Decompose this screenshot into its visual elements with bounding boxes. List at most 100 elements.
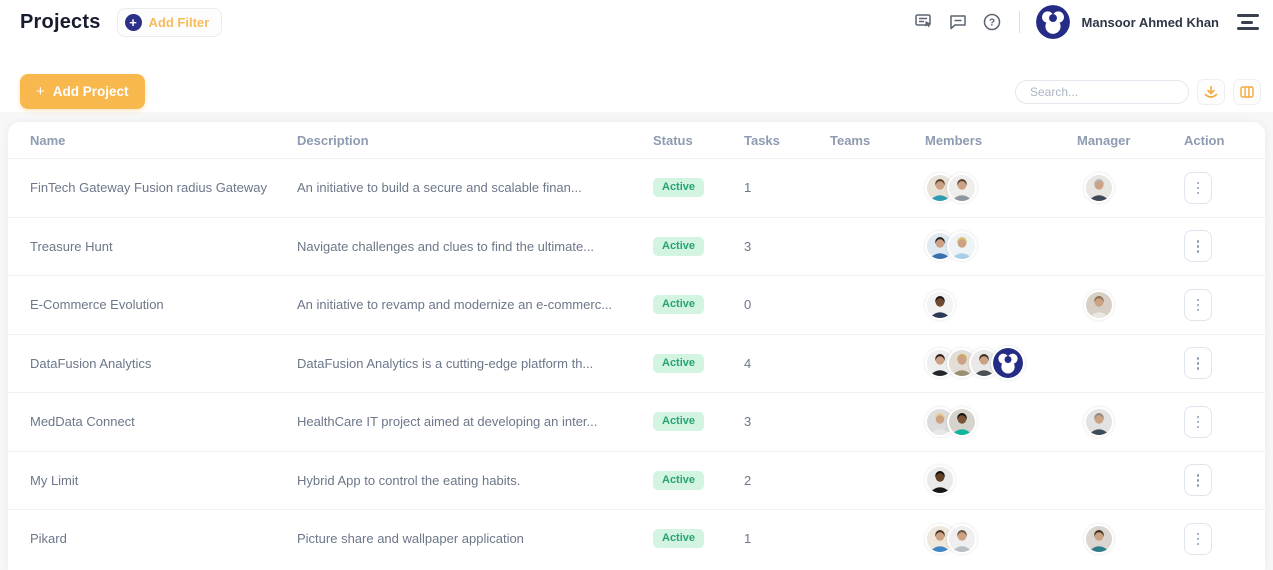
action-cell xyxy=(1184,230,1265,263)
table-row: MedData Connect HealthCare IT project aim… xyxy=(8,392,1265,451)
project-description: Picture share and wallpaper application xyxy=(297,531,524,547)
project-name[interactable]: MedData Connect xyxy=(30,414,297,429)
page-header-zone: Projects + Add Filter ? Mansoor Ahmed Kh… xyxy=(0,0,1273,112)
table-row: My Limit Hybrid App to control the eating… xyxy=(8,450,1265,510)
manager-avatar xyxy=(1084,289,1114,320)
member-avatar xyxy=(947,172,977,203)
table-row: E-Commerce Evolution An initiative to rev… xyxy=(8,275,1265,334)
kebab-icon-dot xyxy=(1196,362,1200,365)
kebab-icon-dot xyxy=(1196,357,1200,360)
status-badge: Active xyxy=(653,353,705,373)
kebab-icon-dot xyxy=(1196,415,1200,418)
manager-avatar-cell xyxy=(1077,172,1184,203)
project-name[interactable]: E-Commerce Evolution xyxy=(30,297,297,312)
project-name[interactable]: Treasure Hunt xyxy=(30,239,297,254)
table-row: DataFusion Analytics DataFusion Analytics… xyxy=(8,333,1265,393)
manager-avatar-cell xyxy=(1077,406,1184,437)
kebab-icon-dot xyxy=(1196,420,1200,423)
project-name[interactable]: Pikard xyxy=(30,531,297,546)
table-row: Pikard Picture share and wallpaper applic… xyxy=(8,509,1265,568)
page-title: Projects xyxy=(20,10,101,33)
kebab-icon-dot xyxy=(1196,298,1200,301)
table-header-row: Name Description Status Tasks Teams Members Ma… xyxy=(8,122,1265,158)
status-badge: Active xyxy=(653,295,705,315)
row-actions-button[interactable] xyxy=(1184,522,1212,555)
tasks-count: 4 xyxy=(744,355,752,371)
status-cell: Active xyxy=(653,353,744,373)
manager-avatar xyxy=(1084,523,1114,554)
members-avatars xyxy=(925,523,1077,554)
plus-icon: + xyxy=(124,13,142,31)
kebab-icon-dot xyxy=(1196,181,1200,184)
kebab-icon-dot xyxy=(1196,484,1200,487)
row-actions-button[interactable] xyxy=(1184,464,1212,497)
status-cell: Active xyxy=(653,295,744,315)
status-cell: Active xyxy=(653,470,744,490)
svg-text:?: ? xyxy=(988,18,994,29)
kebab-icon-dot xyxy=(1196,479,1200,482)
toolbar-right xyxy=(1015,78,1261,105)
action-cell xyxy=(1184,464,1265,497)
action-cell xyxy=(1184,522,1265,555)
add-filter-button[interactable]: + Add Filter xyxy=(116,7,223,37)
kebab-icon-dot xyxy=(1196,240,1200,243)
status-badge: Active xyxy=(653,178,705,198)
table-row: FinTech Gateway Fusion radius Gateway An … xyxy=(8,158,1265,217)
members-avatars xyxy=(925,465,1077,496)
add-project-label: Add Project xyxy=(52,84,129,99)
project-name[interactable]: DataFusion Analytics xyxy=(30,356,297,371)
manager-avatar-cell xyxy=(1077,289,1184,320)
brand-logo-avatar[interactable] xyxy=(1035,5,1070,39)
kebab-icon-dot xyxy=(1196,186,1200,189)
kebab-icon-dot xyxy=(1196,250,1200,253)
team-logo-avatar xyxy=(991,346,1025,381)
kebab-icon-dot xyxy=(1196,474,1200,477)
action-cell xyxy=(1184,405,1265,438)
export-download-button[interactable] xyxy=(1197,78,1225,105)
row-actions-button[interactable] xyxy=(1184,288,1212,321)
action-cell xyxy=(1184,288,1265,321)
table-row: Treasure Hunt Navigate challenges and clu… xyxy=(8,216,1265,276)
project-description: Navigate challenges and clues to find th… xyxy=(297,238,595,254)
column-header-teams: Teams xyxy=(830,132,871,148)
column-header-description: Description xyxy=(297,132,369,148)
project-description: HealthCare IT project aimed at developin… xyxy=(297,414,598,430)
project-name[interactable]: FinTech Gateway Fusion radius Gateway xyxy=(30,180,297,195)
members-avatars xyxy=(925,406,1077,437)
row-actions-button[interactable] xyxy=(1184,347,1212,380)
project-description: Hybrid App to control the eating habits. xyxy=(297,472,521,488)
status-cell: Active xyxy=(653,236,744,256)
download-icon xyxy=(1204,85,1218,98)
menu-icon[interactable] xyxy=(1237,14,1259,30)
kebab-icon-dot xyxy=(1196,308,1200,311)
projects-table: Name Description Status Tasks Teams Members Ma… xyxy=(8,122,1265,570)
add-filter-label: Add Filter xyxy=(148,14,210,30)
status-cell: Active xyxy=(653,412,744,432)
help-icon[interactable]: ? xyxy=(981,11,1003,33)
add-project-button[interactable]: + Add Project xyxy=(20,74,145,109)
member-avatar xyxy=(925,465,955,496)
kebab-icon-dot xyxy=(1196,537,1200,540)
user-name[interactable]: Mansoor Ahmed Khan xyxy=(1082,15,1219,30)
members-avatars xyxy=(925,231,1077,262)
divider xyxy=(1018,11,1020,33)
kebab-icon-dot xyxy=(1196,425,1200,428)
project-name[interactable]: My Limit xyxy=(30,473,297,488)
action-cell xyxy=(1184,171,1265,204)
search-input[interactable] xyxy=(1015,79,1189,104)
action-cell xyxy=(1184,347,1265,380)
row-actions-button[interactable] xyxy=(1184,230,1212,263)
tasks-count: 2 xyxy=(744,472,752,488)
row-actions-button[interactable] xyxy=(1184,171,1212,204)
project-description: DataFusion Analytics is a cutting-edge p… xyxy=(297,355,594,371)
members-avatars xyxy=(925,172,1077,203)
topbar-right: ? Mansoor Ahmed Khan xyxy=(913,5,1259,39)
columns-toggle-button[interactable] xyxy=(1233,78,1261,105)
row-actions-button[interactable] xyxy=(1184,405,1212,438)
status-cell: Active xyxy=(653,178,744,198)
tasks-count: 3 xyxy=(744,238,752,254)
guide-icon[interactable] xyxy=(913,11,935,33)
kebab-icon-dot xyxy=(1196,367,1200,370)
chat-icon[interactable] xyxy=(947,11,969,33)
column-header-action: Action xyxy=(1184,132,1225,148)
